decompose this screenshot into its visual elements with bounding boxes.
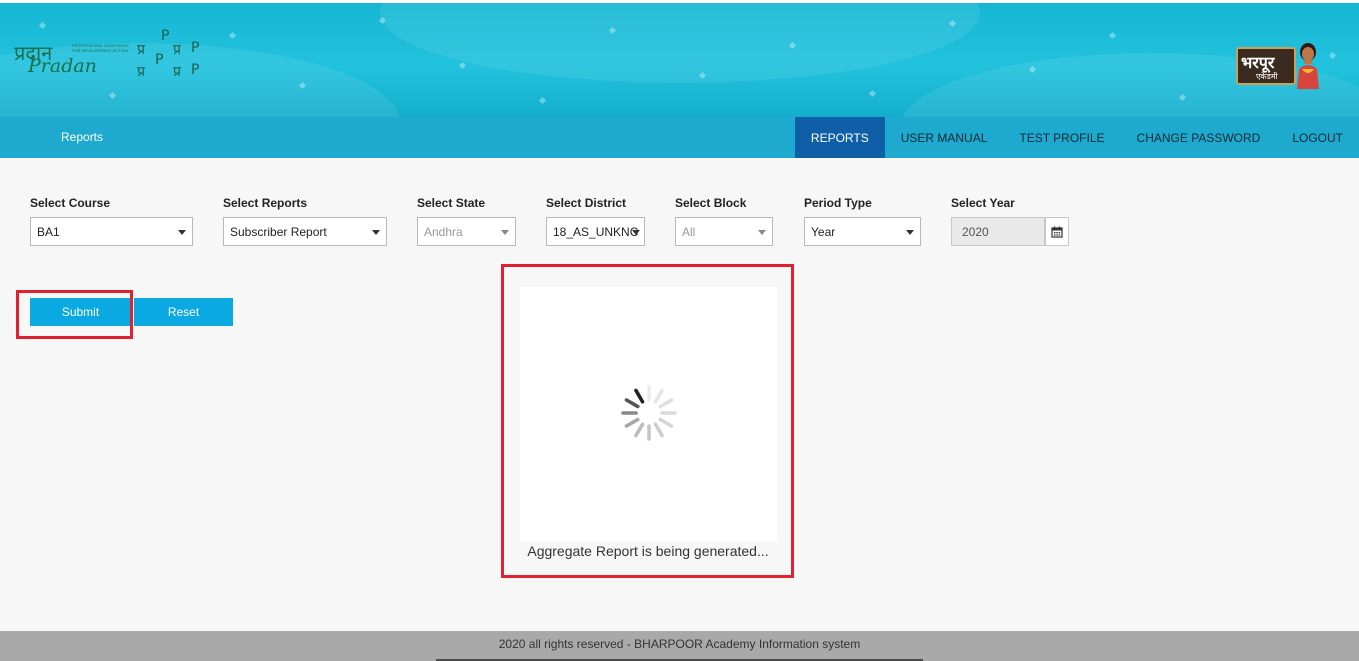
loading-spinner-icon [621,385,677,441]
nav-item-reports[interactable]: REPORTS [794,117,885,158]
grid-logo-letter: P [191,40,200,56]
grid-logo-letter: प्र [173,42,181,58]
grid-logo-letter: P [191,62,200,78]
period-label: Period Type [804,196,872,210]
grid-logo-letter: प्र [137,42,145,58]
state-label: Select State [417,196,486,210]
period-filter: Period Type Year [804,196,921,246]
year-input[interactable]: 2020 [951,217,1045,246]
nav-item-logout[interactable]: LOGOUT [1276,117,1359,158]
course-filter: Select Course BA1 [30,196,193,246]
girl-illustration-icon [1297,43,1319,89]
nav-item-test-profile[interactable]: TEST PROFILE [1003,117,1120,158]
course-label: Select Course [30,196,111,210]
state-select[interactable]: Andhra [417,217,516,246]
top-navbar: Reports REPORTS USER MANUAL TEST PROFILE… [0,117,1359,158]
district-select-value: 18_AS_UNKNC [553,224,639,239]
reports-select-value: Subscriber Report [230,224,327,239]
district-select[interactable]: 18_AS_UNKNC [546,217,645,246]
nav-item-user-manual[interactable]: USER MANUAL [885,117,1004,158]
pradan-logo: प्रदान Pradan PROFESSIONAL ASSISTANCE FO… [14,39,129,83]
bharpoor-logo-board: भरपूर एकेडमी [1236,47,1296,85]
district-label: Select District [546,196,627,210]
header-banner: प्रदान Pradan PROFESSIONAL ASSISTANCE FO… [0,3,1359,117]
nav-item-change-password[interactable]: CHANGE PASSWORD [1121,117,1277,158]
chevron-down-icon [372,230,380,235]
chevron-down-icon [906,230,914,235]
chevron-down-icon [632,230,640,235]
grid-logo-letter: P [155,52,164,68]
loader-message: Aggregate Report is being generated... [527,543,769,559]
pradan-logo-tagline: PROFESSIONAL ASSISTANCE FOR DEVELOPMENT … [72,43,129,53]
calendar-icon [1051,226,1063,238]
bharpoor-logo-sub: एकेडमी [1256,72,1278,81]
partner-grid-logo: P प्र प्र P P प्र प्र P [133,28,207,90]
block-filter: Select Block All [675,196,773,246]
course-select-value: BA1 [37,224,60,239]
bharpoor-logo: भरपूर एकेडमी [1236,41,1324,91]
course-select[interactable]: BA1 [30,217,193,246]
grid-logo-letter: P [161,28,170,44]
reset-button[interactable]: Reset [134,298,233,326]
chevron-down-icon [758,230,766,235]
reports-label: Select Reports [223,196,308,210]
year-filter: Select Year 2020 [951,196,1069,246]
navbar-menu: REPORTS USER MANUAL TEST PROFILE CHANGE … [794,117,1359,158]
navbar-brand[interactable]: Reports [61,130,103,144]
block-label: Select Block [675,196,747,210]
block-select-value: All [682,224,696,239]
district-filter: Select District 18_AS_UNKNC [546,196,645,246]
pradan-logo-text: Pradan [28,55,97,77]
period-select[interactable]: Year [804,217,921,246]
reports-filter: Select Reports Subscriber Report [223,196,387,246]
chevron-down-icon [501,230,509,235]
bharpoor-logo-title: भरपूर [1241,53,1275,72]
grid-logo-letter: प्र [173,64,181,80]
year-label: Select Year [951,196,1015,210]
grid-logo-letter: प्र [137,64,145,80]
state-select-value: Andhra [424,224,463,239]
state-filter: Select State Andhra [417,196,516,246]
footer-text: 2020 all rights reserved - BHARPOOR Acad… [498,637,861,651]
block-select[interactable]: All [675,217,773,246]
reports-select[interactable]: Subscriber Report [223,217,387,246]
chevron-down-icon [178,230,186,235]
submit-highlight-box [16,290,133,339]
footer: 2020 all rights reserved - BHARPOOR Acad… [0,631,1359,661]
calendar-button[interactable] [1045,217,1069,246]
period-select-value: Year [811,224,836,239]
